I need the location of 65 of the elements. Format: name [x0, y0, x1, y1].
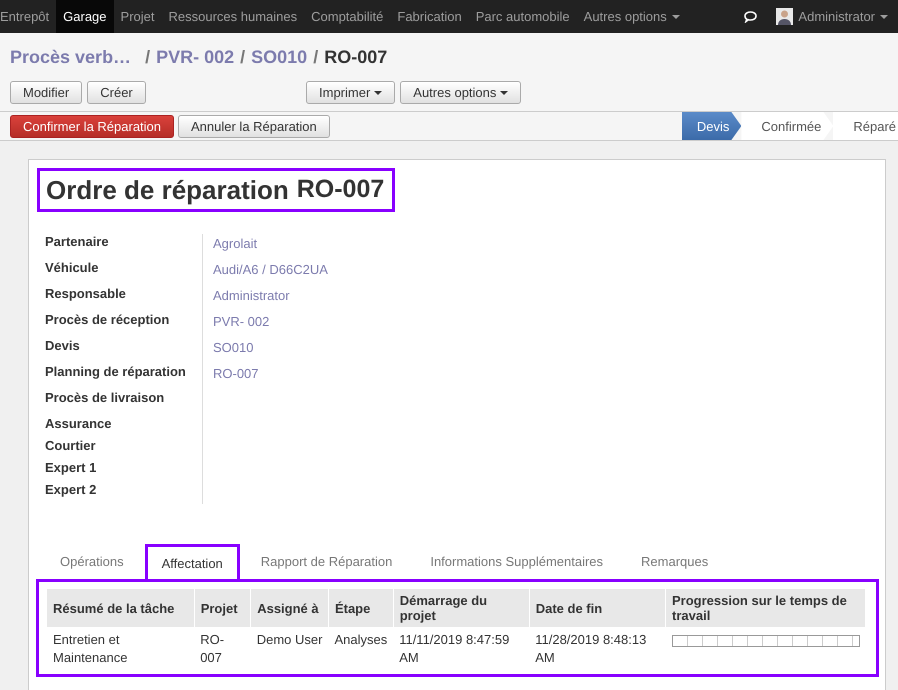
breadcrumb-link[interactable]: SO010	[251, 46, 308, 68]
breadcrumb-separator: /	[145, 46, 150, 68]
field-link[interactable]: RO-007	[213, 366, 259, 381]
table-cell: Analyses	[328, 627, 394, 671]
form-title: Ordre de réparation	[46, 175, 289, 206]
user-menu[interactable]: Administrator	[798, 9, 875, 24]
breadcrumb-current: RO-007	[324, 46, 388, 68]
notebook-tab[interactable]: Informations Supplémentaires	[413, 544, 620, 579]
menu-item[interactable]: Fabrication	[390, 0, 469, 33]
column-header: Résumé de la tâche	[47, 589, 194, 627]
toolbar-button[interactable]: Modifier	[10, 81, 82, 104]
field-label: Expert 1	[45, 460, 96, 475]
menu-item[interactable]: Ressources humaines	[162, 0, 304, 33]
dropdown-button[interactable]: Autres options	[400, 81, 522, 104]
field-label: Expert 2	[45, 482, 96, 497]
status-stage[interactable]: Devis	[682, 112, 742, 140]
field-link[interactable]: SO010	[213, 340, 254, 355]
menu-item[interactable]: Entrepôt	[0, 0, 56, 33]
field-label: Procès de réception	[45, 312, 170, 327]
field-link[interactable]: Audi/A6 / D66C2UA	[213, 262, 328, 277]
menu-item[interactable]: Autres options	[576, 0, 687, 33]
menu-item[interactable]: Projet	[114, 0, 162, 33]
table-cell: 11/28/2019 8:48:13 AM	[529, 627, 666, 671]
table-cell: 11/11/2019 8:47:59 AM	[393, 627, 530, 671]
table-cell: RO-007	[194, 627, 251, 671]
table-cell: Entretien et Maintenance	[47, 627, 194, 671]
field-label: Devis	[45, 338, 80, 353]
field-link[interactable]: Agrolait	[213, 236, 258, 251]
menu-item[interactable]: Garage	[56, 0, 114, 33]
notebook-tab[interactable]: Remarques	[624, 544, 726, 579]
column-header: Progression sur le temps de travail	[666, 589, 866, 627]
chat-icon[interactable]	[744, 10, 758, 22]
status-stage[interactable]: Confirmée	[741, 112, 834, 140]
field-link[interactable]: Administrator	[213, 288, 290, 303]
avatar-icon[interactable]	[776, 8, 794, 25]
dropdown-button[interactable]: Imprimer	[306, 81, 396, 104]
field-link[interactable]: PVR- 002	[213, 314, 270, 329]
column-header: Projet	[194, 589, 251, 627]
notebook-tab[interactable]: Rapport de Réparation	[244, 544, 410, 579]
column-header: Étape	[328, 589, 394, 627]
notebook-tab[interactable]: Affectation	[144, 544, 240, 579]
breadcrumb-link[interactable]: Procès verb…	[10, 46, 132, 68]
action-button[interactable]: Confirmer la Réparation	[10, 114, 174, 138]
action-button[interactable]: Annuler la Réparation	[178, 114, 330, 138]
field-label: Responsable	[45, 286, 126, 301]
field-label: Planning de réparation	[45, 364, 186, 379]
breadcrumb-link[interactable]: PVR- 002	[156, 46, 234, 68]
field-label: Partenaire	[45, 234, 109, 249]
column-header: Démarrage du projet	[393, 589, 530, 627]
table-cell: Demo User	[250, 627, 328, 671]
menu-item[interactable]: Parc automobile	[468, 0, 577, 33]
breadcrumb-separator: /	[240, 46, 246, 68]
field-label: Procès de livraison	[45, 390, 164, 405]
toolbar-button[interactable]: Créer	[87, 81, 146, 104]
menu-item[interactable]: Comptabilité	[304, 0, 390, 33]
record-reference: RO-007	[296, 175, 384, 205]
column-header: Date de fin	[529, 589, 666, 627]
column-header: Assigné à	[250, 589, 328, 627]
status-stage[interactable]: Réparé	[833, 112, 898, 140]
field-label: Véhicule	[45, 260, 98, 275]
breadcrumb-separator: /	[313, 46, 318, 68]
notebook-tab[interactable]: Opérations	[43, 544, 141, 579]
field-label: Assurance	[45, 416, 112, 431]
caret-icon[interactable]	[880, 14, 888, 18]
field-label: Courtier	[45, 438, 96, 453]
